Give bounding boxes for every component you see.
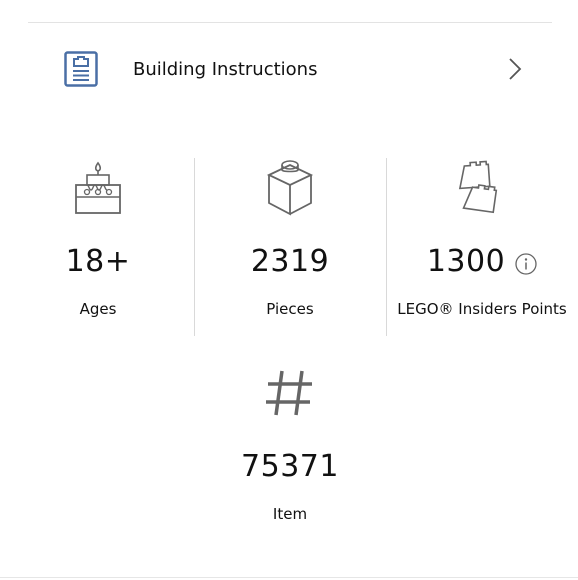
pieces-value: 2319: [250, 244, 330, 279]
chevron-right-icon: [506, 57, 524, 81]
stat-divider: [194, 158, 195, 336]
building-instructions-link[interactable]: Building Instructions: [48, 40, 538, 98]
insiders-points-value: 1300: [426, 244, 506, 279]
pieces-label: Pieces: [266, 300, 314, 318]
lego-brick-icon: [260, 158, 320, 218]
item-value: 75371: [241, 449, 339, 484]
top-divider: [28, 22, 552, 23]
stat-insiders-points: 1300 LEGO® Insiders Points: [392, 158, 572, 318]
stat-ages: 18+ Ages: [48, 158, 148, 318]
stat-pieces: 2319 Pieces: [240, 158, 340, 318]
hash-icon: [260, 363, 320, 423]
instructions-booklet-icon: [64, 51, 98, 87]
bottom-divider: [0, 577, 578, 578]
stat-item: 75371 Item: [240, 363, 340, 523]
info-icon[interactable]: [515, 253, 537, 275]
insiders-points-label: LEGO® Insiders Points: [397, 300, 567, 318]
ages-value: 18+: [65, 244, 131, 279]
item-label: Item: [272, 505, 308, 523]
product-details-panel: Building Instructions 18+ Ages 2319 Piec…: [0, 0, 578, 580]
birthday-cake-icon: [68, 158, 128, 218]
stat-divider: [386, 158, 387, 336]
ages-label: Ages: [79, 300, 117, 318]
building-instructions-label: Building Instructions: [133, 58, 318, 80]
insiders-points-icon: [452, 158, 512, 218]
